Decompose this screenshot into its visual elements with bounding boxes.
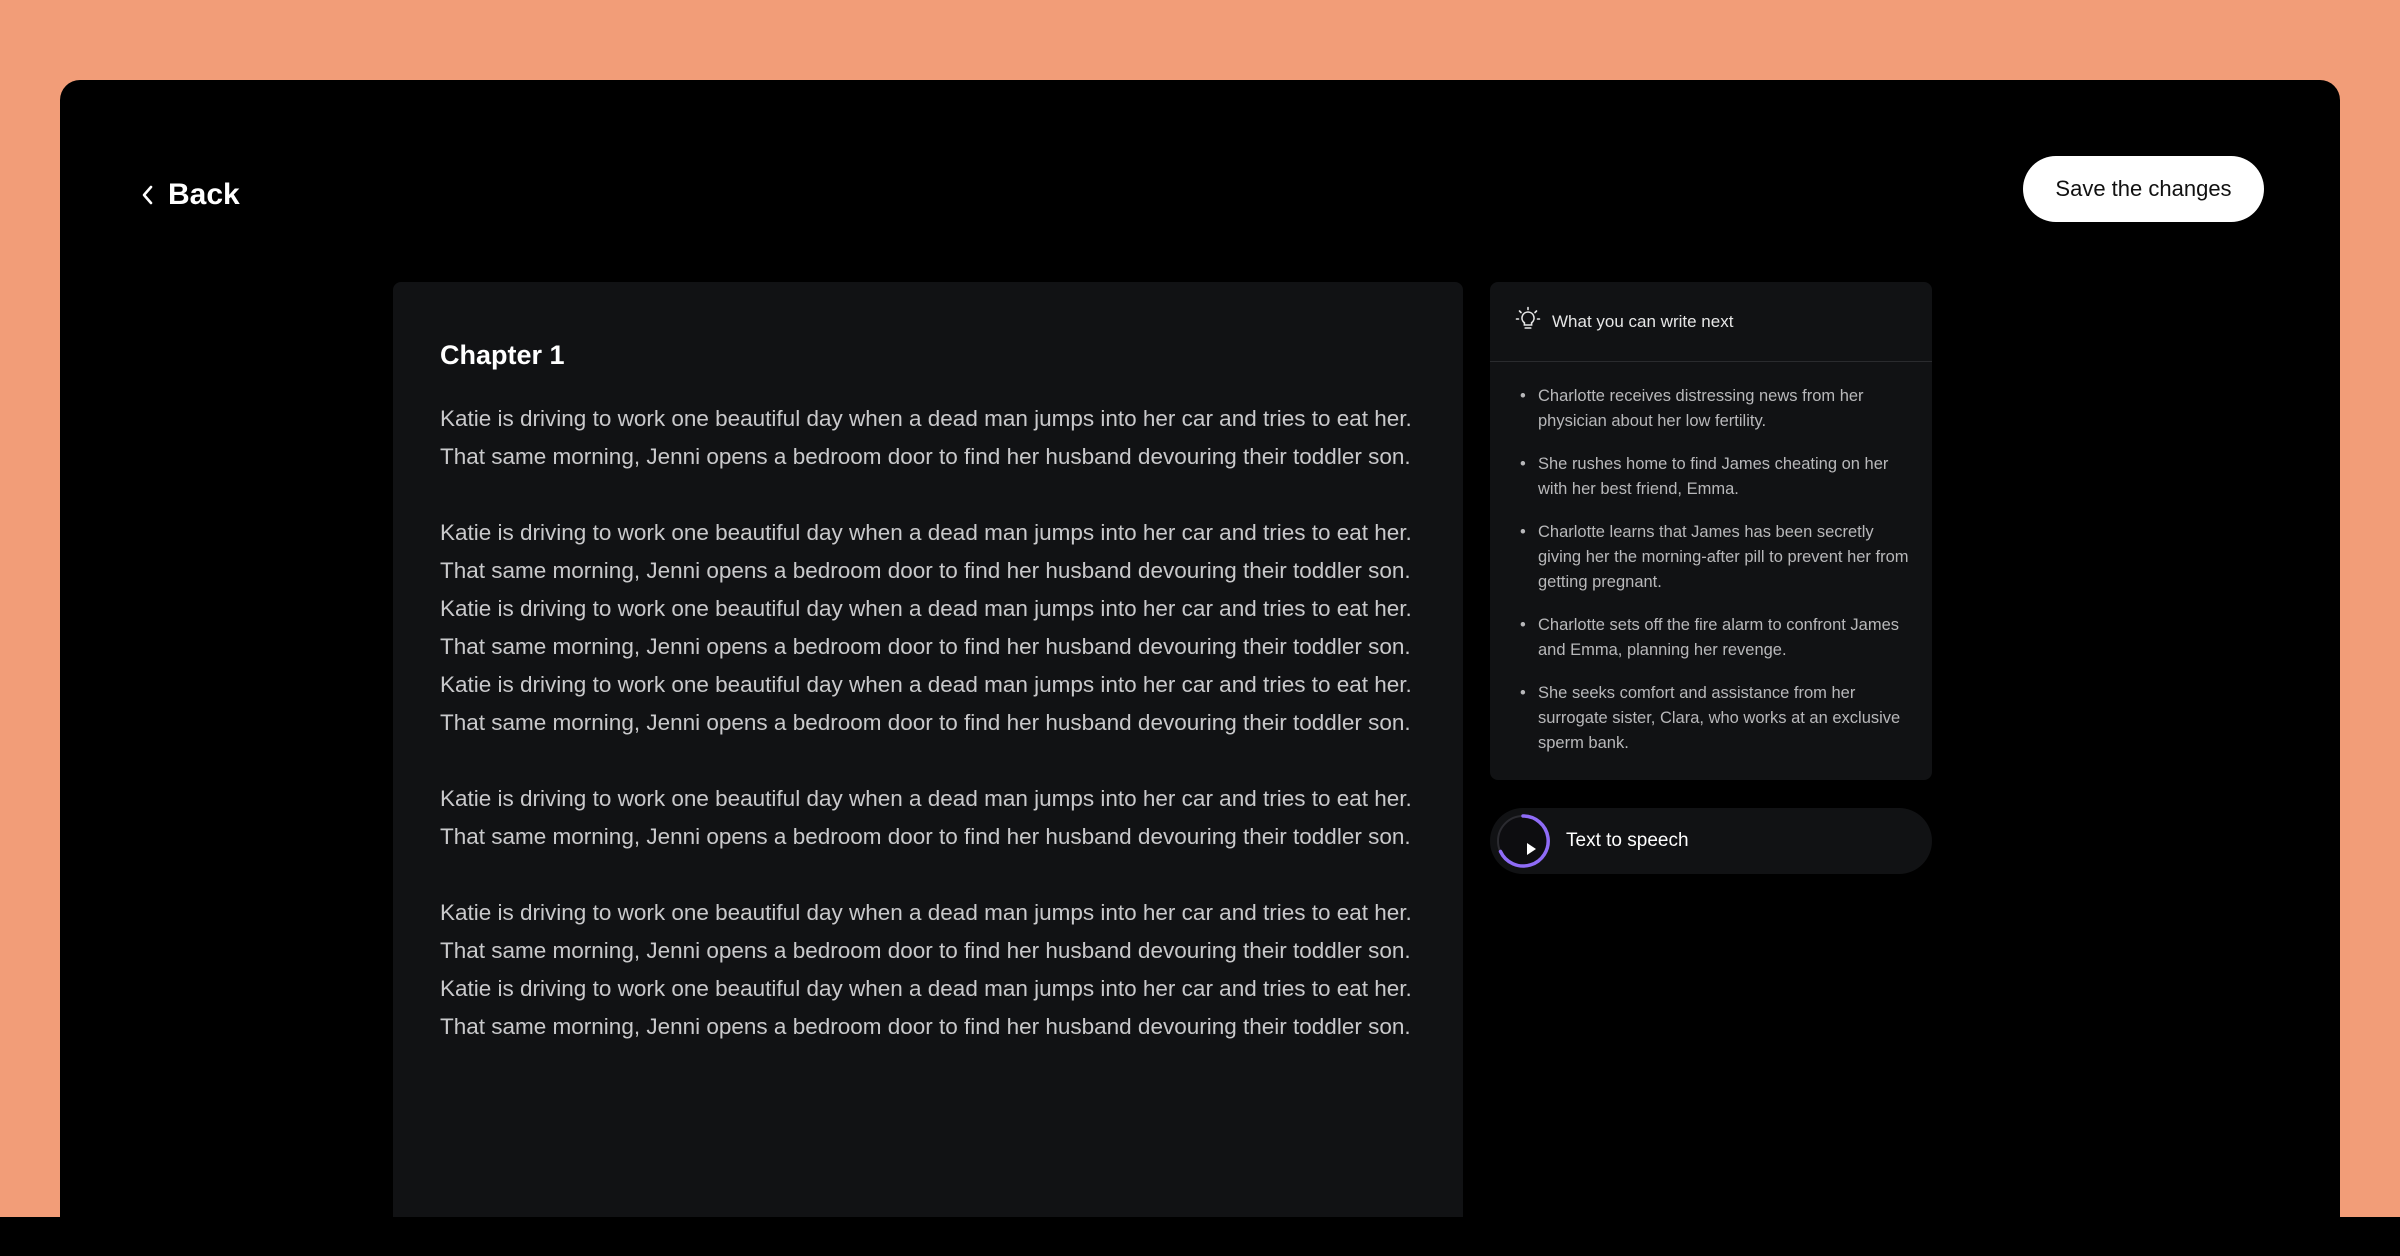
chapter-body[interactable]: Katie is driving to work one beautiful d… [440,400,1420,1084]
suggestion-text: Charlotte sets off the fire alarm to con… [1538,616,1900,659]
suggestions-header: What you can write next [1490,282,1932,362]
play-button[interactable] [1496,814,1550,868]
chapter-editor[interactable]: Chapter 1 Katie is driving to work one b… [393,282,1463,1217]
suggestion-text: She seeks comfort and assistance from he… [1538,684,1901,752]
text-to-speech-label: Text to speech [1566,830,1689,851]
suggestions-panel: What you can write next • Charlotte recei… [1490,282,1932,780]
suggestion-item[interactable]: • She rushes home to find James cheating … [1520,452,1910,502]
suggestion-text: She rushes home to find James cheating o… [1538,455,1889,498]
back-label: Back [168,178,240,211]
chevron-left-icon [140,184,156,206]
app-window: Back Save the changes Chapter 1 Katie is… [60,80,2340,1217]
save-changes-button[interactable]: Save the changes [2023,156,2264,222]
chapter-paragraph: Katie is driving to work one beautiful d… [440,900,1412,1039]
chapter-paragraph: Katie is driving to work one beautiful d… [440,786,1412,849]
chapter-paragraph: Katie is driving to work one beautiful d… [440,520,1412,735]
suggestions-title: What you can write next [1552,311,1734,331]
suggestion-text: Charlotte receives distressing news from… [1538,387,1864,430]
chapter-title: Chapter 1 [440,340,565,370]
suggestion-item[interactable]: • Charlotte sets off the fire alarm to co… [1520,613,1910,663]
text-to-speech-bar[interactable]: Text to speech [1490,808,1932,874]
lightbulb-icon [1514,305,1542,338]
suggestion-item[interactable]: • She seeks comfort and assistance from h… [1520,681,1910,756]
suggestions-list: • Charlotte receives distressing news fro… [1490,362,1932,756]
suggestion-item[interactable]: • Charlotte learns that James has been se… [1520,520,1910,595]
back-button[interactable]: Back [140,168,240,222]
suggestion-text: Charlotte learns that James has been sec… [1538,523,1909,591]
suggestion-item[interactable]: • Charlotte receives distressing news fro… [1520,384,1910,434]
chapter-paragraph: Katie is driving to work one beautiful d… [440,406,1412,469]
bottom-strip [0,1217,2400,1256]
